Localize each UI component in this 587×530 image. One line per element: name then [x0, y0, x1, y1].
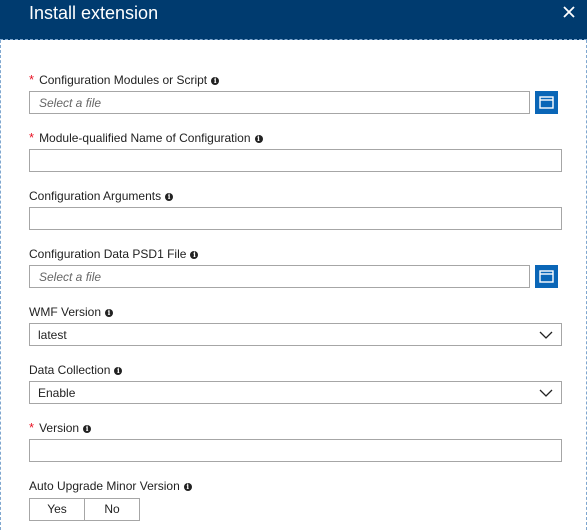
- modules-placeholder: Select a file: [39, 96, 102, 110]
- info-icon[interactable]: i: [190, 251, 199, 259]
- close-icon: [563, 6, 575, 18]
- chevron-down-icon: [539, 389, 553, 397]
- wmf-label: WMF Version i: [29, 304, 114, 320]
- auto-upgrade-yes[interactable]: Yes: [30, 499, 84, 520]
- info-icon[interactable]: i: [183, 483, 192, 491]
- info-icon[interactable]: i: [83, 425, 92, 433]
- modules-label: * Configuration Modules or Script i: [29, 72, 220, 88]
- info-icon[interactable]: i: [105, 309, 114, 317]
- modules-file-input[interactable]: Select a file: [29, 91, 530, 114]
- module-name-input[interactable]: [29, 149, 562, 172]
- arguments-label: Configuration Arguments i: [29, 188, 174, 204]
- required-marker: *: [29, 72, 35, 87]
- psd1-browse-button[interactable]: [535, 265, 558, 288]
- psd1-placeholder: Select a file: [39, 270, 102, 284]
- folder-icon: [539, 270, 554, 283]
- psd1-file-input[interactable]: Select a file: [29, 265, 530, 288]
- data-collection-label: Data Collection i: [29, 362, 123, 378]
- module-name-label: * Module-qualified Name of Configuration i: [29, 130, 263, 146]
- auto-upgrade-no[interactable]: No: [84, 499, 139, 520]
- info-icon[interactable]: i: [114, 367, 123, 375]
- modules-browse-button[interactable]: [535, 91, 558, 114]
- auto-upgrade-toggle: Yes No: [29, 498, 140, 521]
- psd1-label: Configuration Data PSD1 File i: [29, 246, 199, 262]
- folder-icon: [539, 96, 554, 109]
- wmf-version-select[interactable]: latest: [29, 323, 562, 346]
- auto-upgrade-label: Auto Upgrade Minor Version i: [29, 478, 192, 494]
- info-icon[interactable]: i: [211, 77, 220, 85]
- version-input[interactable]: [29, 439, 562, 462]
- blade-header: Install extension: [0, 0, 587, 40]
- data-collection-select[interactable]: Enable: [29, 381, 562, 404]
- required-marker: *: [29, 130, 35, 145]
- close-button[interactable]: [559, 2, 579, 22]
- arguments-input[interactable]: [29, 207, 562, 230]
- required-marker: *: [29, 420, 35, 435]
- chevron-down-icon: [539, 331, 553, 339]
- version-label: * Version i: [29, 420, 92, 436]
- info-icon[interactable]: i: [165, 193, 174, 201]
- blade-title: Install extension: [29, 3, 159, 23]
- info-icon[interactable]: i: [254, 135, 263, 143]
